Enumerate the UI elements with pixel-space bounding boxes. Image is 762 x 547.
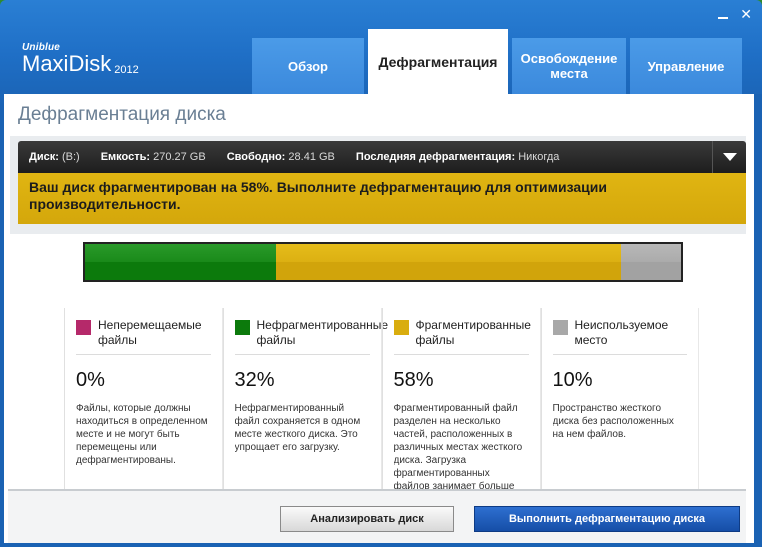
fragmentation-warning: Ваш диск фрагментирован на 58%. Выполнит… [18, 173, 746, 224]
legend-label: Фрагментированные файлы [415, 318, 531, 347]
disk-dropdown-button[interactable] [712, 141, 746, 173]
legend-description: Фрагментированный файл разделен на неско… [393, 403, 523, 497]
legend-label: Неперемещаемые файлы [98, 318, 202, 347]
minimize-button[interactable] [718, 17, 729, 19]
legend-percent: 0% [76, 369, 105, 391]
disk-capacity: Емкость: 270.27 GB [100, 151, 206, 163]
legend-label: Нефрагментированные файлы [256, 318, 389, 347]
tab-defragmentation[interactable]: Дефрагментация [368, 29, 508, 95]
tab-free-space[interactable]: Освобождение места [512, 38, 626, 94]
close-button[interactable]: ✕ [740, 6, 752, 22]
tab-overview[interactable]: Обзор [252, 38, 364, 94]
fragmented-swatch-icon [393, 320, 409, 335]
disk-panel: Диск: (B:) Емкость: 270.27 GB Свободно: … [10, 136, 746, 234]
disk-free-space: Свободно: 28.41 GB [226, 151, 335, 163]
app-logo: Uniblue MaxiDisk 2012 [22, 42, 139, 77]
legend-percent: 10% [552, 369, 593, 391]
legend-description: Файлы, которые должны находиться в опред… [76, 403, 208, 466]
fragbar-unfragmented [85, 244, 276, 280]
product-name: MaxiDisk 2012 [22, 51, 139, 77]
fragmentation-bar [83, 242, 683, 282]
legend-percent: 32% [234, 369, 275, 391]
product-title: MaxiDisk [22, 51, 112, 76]
main-tabs: Обзор Дефрагментация Освобождение места … [252, 29, 746, 95]
window-border [754, 94, 762, 547]
unused-swatch-icon [552, 320, 568, 335]
main-content: Дефрагментация диска Диск: (B:) Емкость:… [4, 94, 754, 543]
disk-selector: Диск: (B:) [29, 151, 80, 163]
unfragmented-swatch-icon [234, 320, 250, 335]
page-title: Дефрагментация диска [18, 104, 226, 125]
analyze-disk-button[interactable]: Анализировать диск [280, 506, 454, 532]
product-year: 2012 [114, 64, 139, 76]
legend-unused: Неиспользуемое место 10% Пространство же… [540, 308, 699, 492]
legend-unmovable: Неперемещаемые файлы 0% Файлы, которые д… [64, 308, 223, 492]
disk-info-bar[interactable]: Диск: (B:) Емкость: 270.27 GB Свободно: … [18, 141, 746, 173]
unmovable-swatch-icon [76, 320, 91, 335]
fragmentation-legend: Неперемещаемые файлы 0% Файлы, которые д… [64, 308, 699, 497]
legend-description: Пространство жесткого диска без располож… [552, 403, 674, 440]
legend-unfragmented: Нефрагментированные файлы 32% Нефрагмент… [222, 308, 388, 492]
legend-label: Неиспользуемое место [574, 318, 669, 347]
legend-fragmented: Фрагментированные файлы 58% Фрагментиров… [381, 308, 541, 497]
action-footer: Анализировать диск Выполнить дефрагмента… [8, 489, 746, 543]
last-defrag: Последняя дефрагментация: Никогда [355, 151, 560, 163]
tab-manage[interactable]: Управление [630, 38, 742, 94]
legend-description: Нефрагментированный файл сохраняется в о… [234, 403, 361, 453]
fragbar-unused [621, 244, 681, 280]
legend-percent: 58% [393, 369, 434, 391]
defragment-disk-button[interactable]: Выполнить дефрагментацию диска [474, 506, 740, 532]
app-window: ✕ Uniblue MaxiDisk 2012 Обзор Дефрагмента… [0, 0, 762, 547]
titlebar-controls: ✕ [718, 6, 752, 22]
fragbar-fragmented [275, 244, 622, 280]
chevron-down-icon [722, 153, 737, 161]
